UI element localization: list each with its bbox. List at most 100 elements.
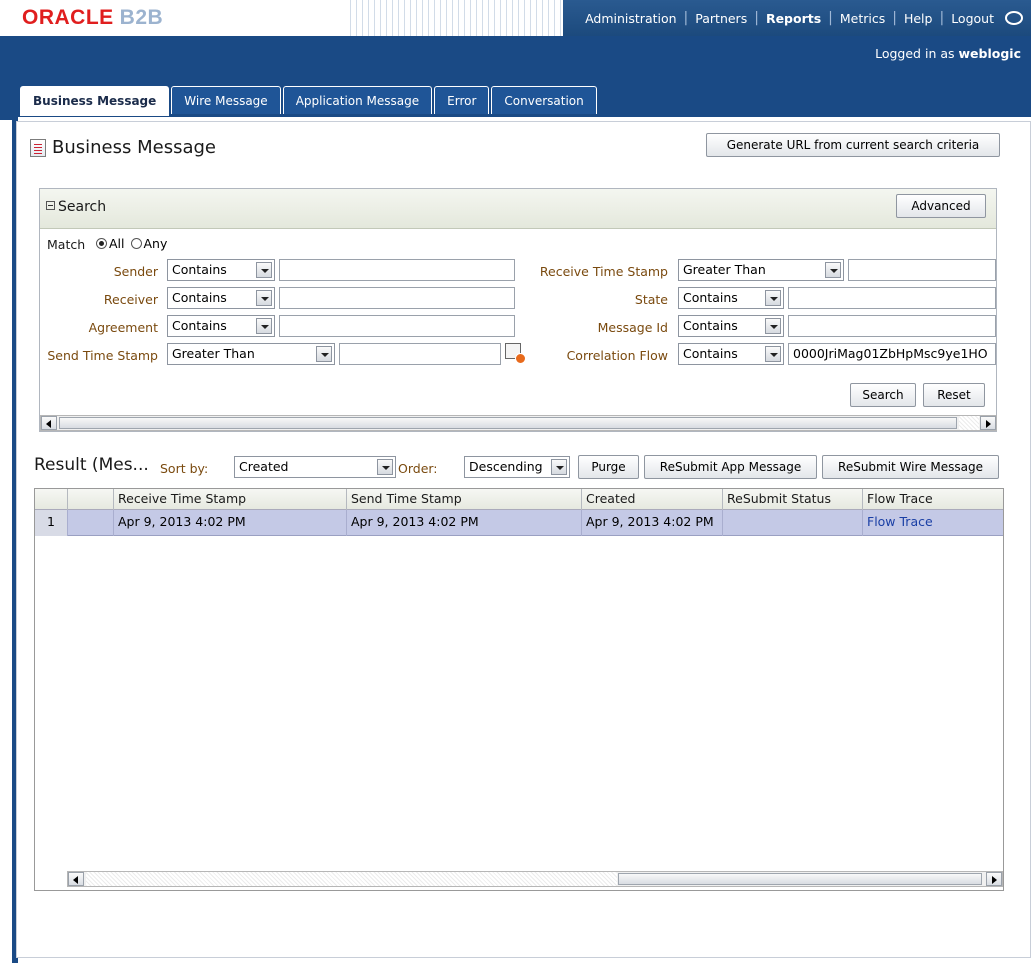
agreement-operator-value: Contains [172,318,227,333]
receive-time-operator-value: Greater Than [683,262,766,277]
receiver-operator-value: Contains [172,290,227,305]
search-button[interactable]: Search [850,383,916,407]
scroll-left-icon[interactable] [41,416,57,430]
reset-button[interactable]: Reset [923,383,985,407]
scroll-right-icon[interactable] [980,416,996,430]
state-operator-value: Contains [683,290,738,305]
receiver-label: Receiver [103,292,158,307]
search-horizontal-scrollbar[interactable] [40,415,997,431]
column-header-created[interactable]: Created [582,489,723,510]
sort-by-select[interactable]: Created [234,456,396,478]
agreement-label: Agreement [88,320,158,335]
column-header-flow-trace[interactable]: Flow Trace [863,489,1005,510]
match-label: Match [47,237,86,252]
state-input[interactable] [788,287,996,309]
message-id-operator-select[interactable]: Contains [678,315,784,337]
search-title-text: Search [58,199,107,215]
receiver-operator-select[interactable]: Contains [167,287,275,309]
receive-time-cell: Apr 9, 2013 4:02 PM [114,510,347,536]
match-any-radio[interactable] [130,238,142,249]
sort-by-value: Created [239,459,289,474]
scrollbar-thumb[interactable] [618,873,982,885]
agreement-input[interactable] [279,315,515,337]
dropdown-arrow-icon[interactable] [256,290,272,306]
generate-url-button[interactable]: Generate URL from current search criteri… [706,133,1000,157]
scroll-right-icon[interactable] [986,872,1002,886]
tab-error[interactable]: Error [434,86,490,114]
nav-metrics[interactable]: Metrics [833,11,892,26]
scrollbar-track [959,416,979,430]
row-select-cell[interactable] [68,510,114,536]
dropdown-arrow-icon[interactable] [551,459,567,475]
collapse-icon[interactable] [46,201,55,210]
correlation-flow-operator-value: Contains [683,346,738,361]
receiver-input[interactable] [279,287,515,309]
table-horizontal-scrollbar[interactable] [67,871,1003,887]
order-value: Descending [469,459,543,474]
nav-administration[interactable]: Administration [578,11,683,26]
scrollbar-track [86,872,617,886]
dropdown-arrow-icon[interactable] [316,346,332,362]
dropdown-arrow-icon[interactable] [765,346,781,362]
search-title[interactable]: Search [46,199,106,215]
chat-icon[interactable] [1005,11,1023,25]
table-header: Receive Time Stamp Send Time Stamp Creat… [35,489,1003,510]
correlation-flow-input[interactable]: 0000JriMag01ZbHpMsc9ye1HO [788,343,996,365]
tab-application-message[interactable]: Application Message [282,86,433,114]
nav-reports[interactable]: Reports [759,11,828,26]
sender-operator-select[interactable]: Contains [167,259,275,281]
scrollbar-thumb[interactable] [59,417,957,429]
results-table: Receive Time Stamp Send Time Stamp Creat… [34,488,1004,891]
select-column-header [68,489,114,510]
dropdown-arrow-icon[interactable] [256,262,272,278]
column-header-resubmit-status[interactable]: ReSubmit Status [723,489,863,510]
state-operator-select[interactable]: Contains [678,287,784,309]
match-any-label: Any [143,236,168,251]
scroll-left-icon[interactable] [68,872,84,886]
sender-input[interactable] [279,259,515,281]
receive-time-operator-select[interactable]: Greater Than [678,259,844,281]
brand-name: ORACLE [22,6,114,29]
send-time-operator-select[interactable]: Greater Than [167,343,335,365]
flow-trace-link[interactable]: Flow Trace [863,510,1005,536]
purge-button[interactable]: Purge [578,455,639,479]
nav-partners[interactable]: Partners [688,11,754,26]
logged-in-user: weblogic [958,46,1022,61]
page-title-text: Business Message [52,137,216,158]
message-id-input[interactable] [788,315,996,337]
tab-conversation[interactable]: Conversation [491,86,597,114]
order-select[interactable]: Descending [464,456,570,478]
dropdown-arrow-icon[interactable] [256,318,272,334]
agreement-operator-select[interactable]: Contains [167,315,275,337]
report-tabs: Business Message Wire Message Applicatio… [20,86,599,116]
column-header-send-time[interactable]: Send Time Stamp [347,489,582,510]
correlation-flow-label: Correlation Flow [566,348,668,363]
logged-in-prefix: Logged in as [875,46,955,61]
resubmit-wire-message-button[interactable]: ReSubmit Wire Message [822,455,999,479]
match-all-radio[interactable] [96,238,107,249]
calendar-icon[interactable] [505,343,526,364]
result-title: Result (Mes... [34,455,149,475]
oracle-b2b-logo: ORACLE B2B [22,6,163,30]
nav-logout[interactable]: Logout [944,11,1001,26]
send-time-cell: Apr 9, 2013 4:02 PM [347,510,582,536]
sort-by-label: Sort by: [160,461,209,476]
message-id-label: Message Id [597,320,668,335]
match-radio-group: All Any [90,236,167,251]
nav-help[interactable]: Help [897,11,940,26]
tab-business-message[interactable]: Business Message [20,86,170,116]
column-header-receive-time[interactable]: Receive Time Stamp [114,489,347,510]
advanced-button[interactable]: Advanced [896,194,986,218]
receive-time-input[interactable] [848,259,996,281]
correlation-flow-operator-select[interactable]: Contains [678,343,784,365]
send-time-operator-value: Greater Than [172,346,255,361]
table-row[interactable]: 1 Apr 9, 2013 4:02 PM Apr 9, 2013 4:02 P… [35,510,1003,536]
send-time-input[interactable] [339,343,501,365]
state-label: State [634,292,668,307]
tab-wire-message[interactable]: Wire Message [171,86,281,114]
resubmit-app-message-button[interactable]: ReSubmit App Message [644,455,817,479]
dropdown-arrow-icon[interactable] [377,459,393,475]
dropdown-arrow-icon[interactable] [825,262,841,278]
dropdown-arrow-icon[interactable] [765,318,781,334]
dropdown-arrow-icon[interactable] [765,290,781,306]
